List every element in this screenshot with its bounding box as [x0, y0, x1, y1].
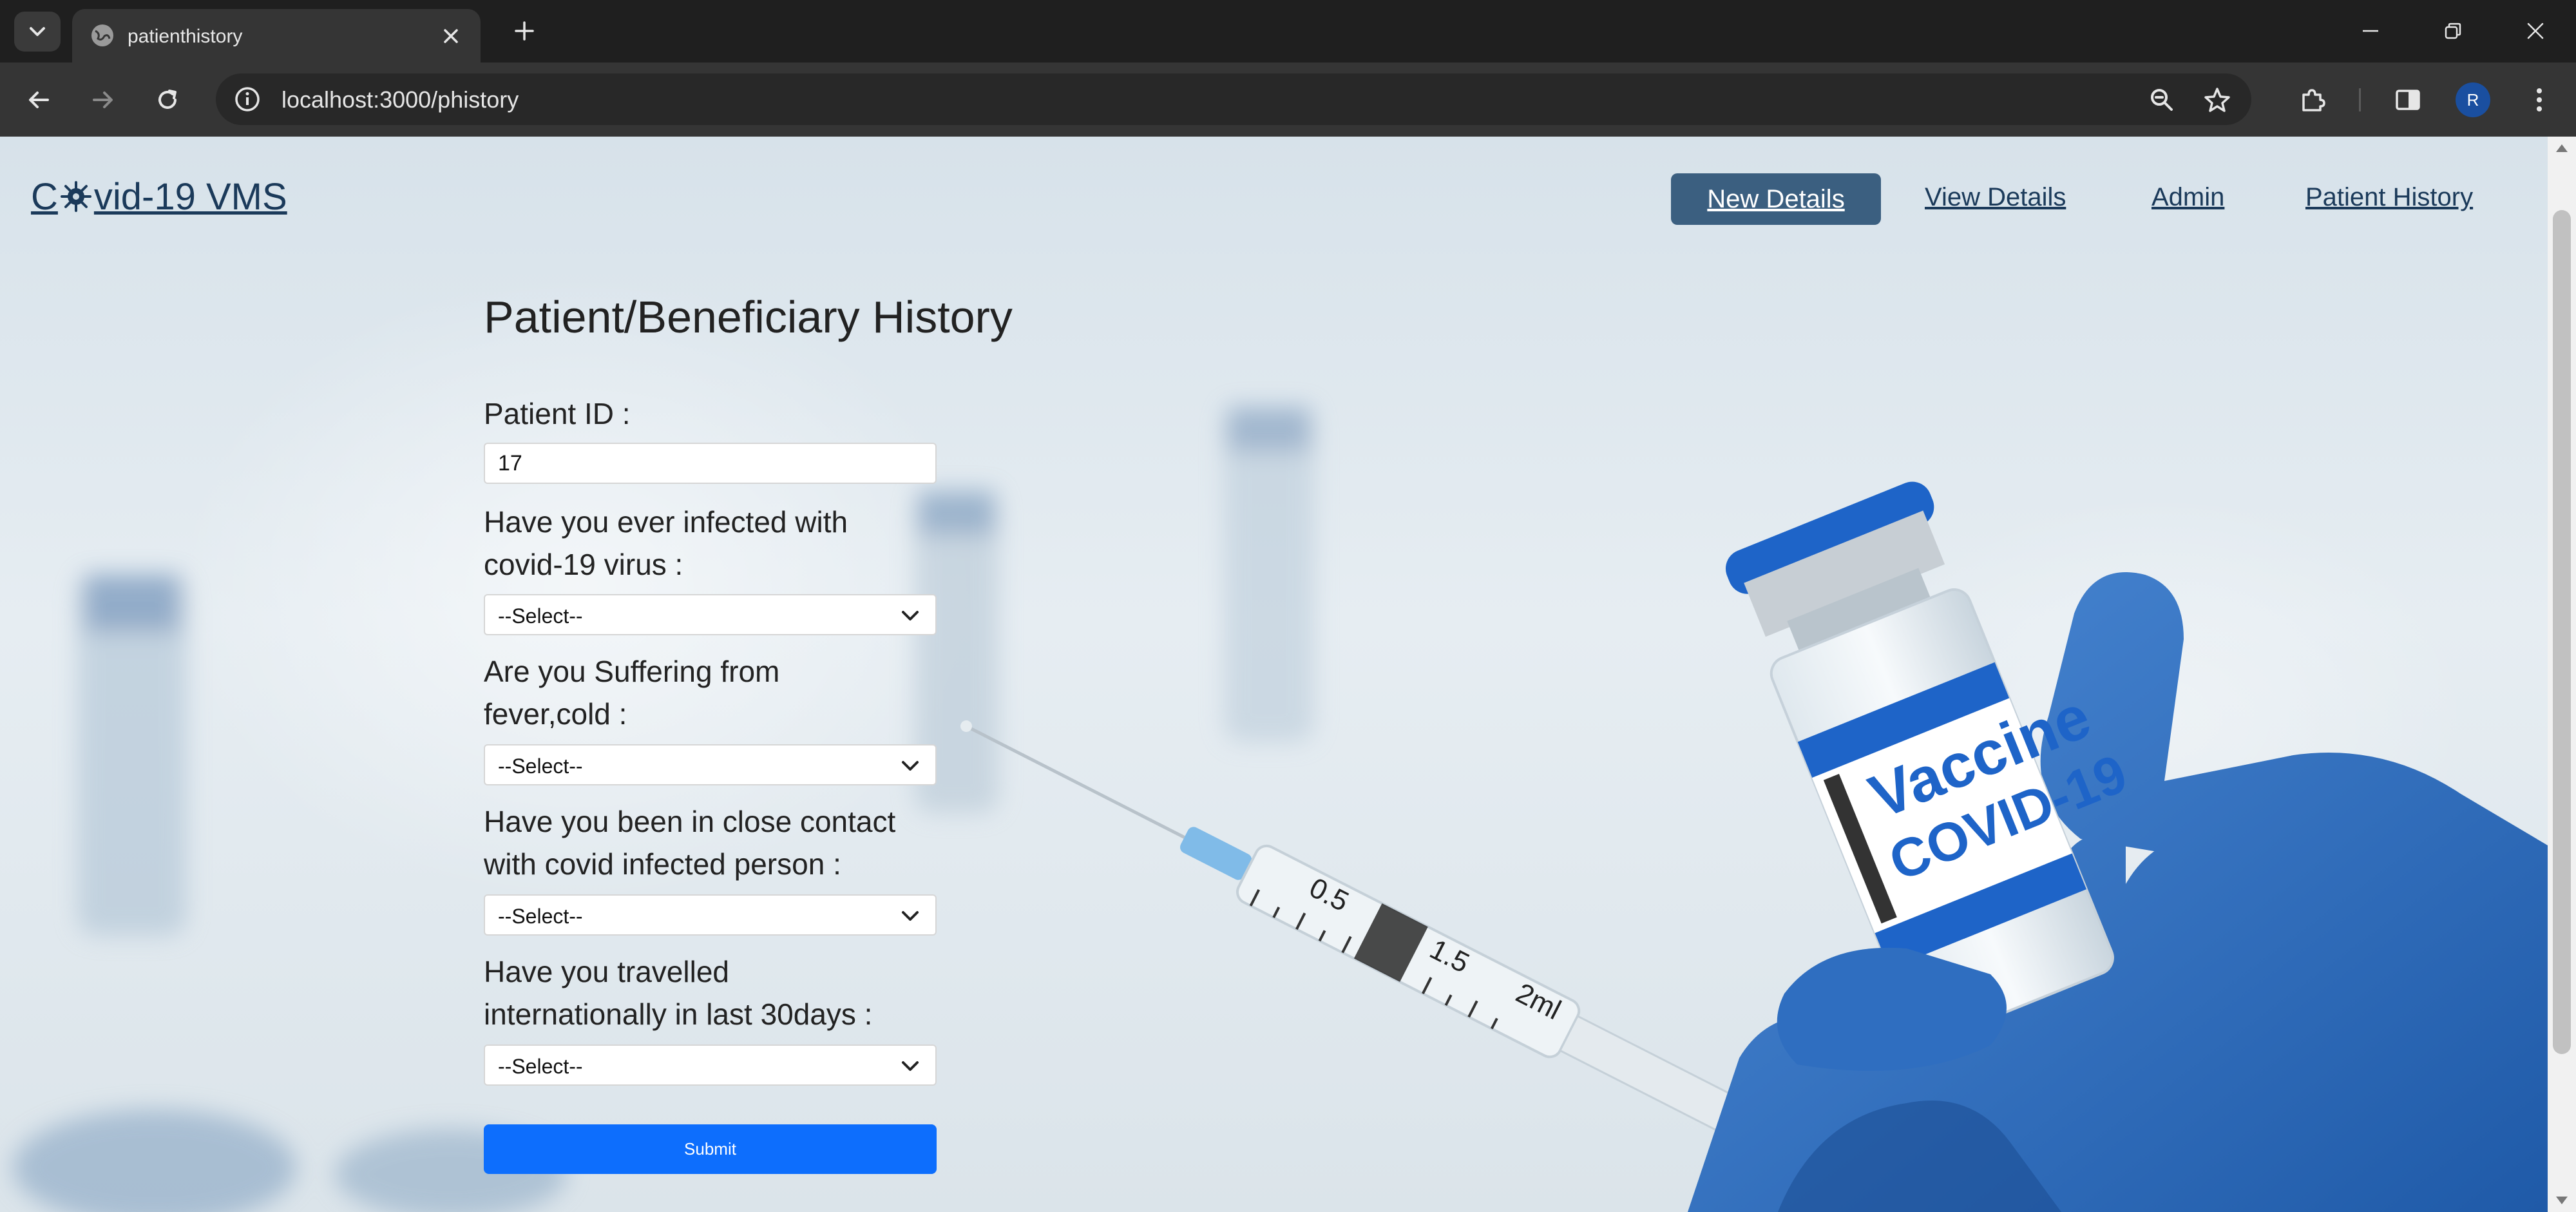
- brand-prefix: C: [31, 176, 58, 218]
- nav-admin[interactable]: Admin: [2151, 183, 2224, 212]
- nav-patient-history[interactable]: Patient History: [2305, 183, 2473, 212]
- close-icon: [2527, 23, 2544, 39]
- side-panel-button[interactable]: [2391, 83, 2425, 117]
- travel-select[interactable]: --Select--: [484, 1044, 937, 1086]
- nav-new-details[interactable]: New Details: [1671, 173, 1881, 225]
- question-fever-label: Are you Suffering from fever,cold :: [484, 650, 973, 735]
- patient-id-input[interactable]: 17: [484, 443, 937, 484]
- toolbar-divider: [2359, 88, 2361, 111]
- contact-select[interactable]: --Select--: [484, 894, 937, 936]
- vaccine-background-image: 0.5 1.5 2ml Vaccine COVID-19: [13, 407, 2548, 1212]
- scroll-up-arrow-icon[interactable]: [2556, 144, 2568, 152]
- question-travel-line-1: Have you travelled: [484, 955, 729, 988]
- scrollbar-thumb[interactable]: [2553, 210, 2571, 1054]
- extensions-button[interactable]: [2296, 83, 2329, 117]
- browser-menu-button[interactable]: [2523, 83, 2556, 117]
- globe-icon: [91, 24, 113, 46]
- nav-view-details[interactable]: View Details: [1925, 183, 2066, 212]
- question-travel-label: Have you travelled internationally in la…: [484, 950, 973, 1035]
- patient-id-label: Patient ID :: [484, 397, 631, 430]
- tab-search-button[interactable]: [14, 12, 61, 52]
- page-title: Patient/Beneficiary History: [484, 292, 1013, 342]
- chevron-down-icon: [902, 761, 919, 771]
- reload-icon: [158, 90, 177, 109]
- puzzle-icon: [2302, 89, 2325, 111]
- address-bar[interactable]: localhost:3000/phistory: [216, 73, 2251, 125]
- minimize-button[interactable]: [2356, 17, 2385, 45]
- back-arrow-icon: [29, 91, 49, 108]
- profile-avatar[interactable]: R: [2456, 82, 2490, 117]
- question-fever-line-1: Are you Suffering from: [484, 655, 780, 688]
- browser-tab-bar: patienthistory: [0, 0, 2576, 63]
- url-text: localhost:3000/phistory: [281, 86, 519, 113]
- url-host: localhost: [281, 86, 374, 113]
- submit-button[interactable]: Submit: [484, 1124, 937, 1174]
- info-icon[interactable]: [233, 84, 262, 114]
- chevron-down-icon: [30, 27, 45, 36]
- zoom-icon: [2151, 89, 2173, 111]
- virus-icon: [60, 181, 91, 212]
- tab-close-button[interactable]: [438, 23, 464, 49]
- question-fever-line-2: fever,cold :: [484, 697, 627, 731]
- zoom-button[interactable]: [2147, 85, 2177, 115]
- question-infected-label: Have you ever infected with covid-19 vir…: [484, 501, 973, 586]
- question-contact-line-1: Have you been in close contact: [484, 805, 896, 838]
- fever-select-value: --Select--: [498, 755, 583, 778]
- forward-button[interactable]: [86, 83, 120, 117]
- scroll-down-arrow-icon[interactable]: [2556, 1197, 2568, 1204]
- close-icon: [444, 29, 458, 43]
- new-tab-button[interactable]: [510, 17, 539, 45]
- minimize-icon: [2363, 30, 2378, 32]
- tab-title: patienthistory: [128, 26, 243, 47]
- browser-toolbar: localhost:3000/phistory R: [0, 63, 2576, 137]
- plus-icon: [515, 21, 534, 41]
- brand-suffix: vid-19 VMS: [93, 176, 287, 218]
- contact-select-value: --Select--: [498, 905, 583, 928]
- browser-tab[interactable]: patienthistory: [72, 9, 481, 63]
- question-contact-label: Have you been in close contact with covi…: [484, 800, 973, 885]
- infected-select[interactable]: --Select--: [484, 594, 937, 635]
- side-panel-icon: [2396, 90, 2420, 110]
- window-close-button[interactable]: [2521, 17, 2550, 45]
- chevron-down-icon: [902, 911, 919, 921]
- restore-icon: [2445, 23, 2461, 39]
- back-button[interactable]: [22, 83, 55, 117]
- reload-button[interactable]: [151, 83, 184, 117]
- chevron-down-icon: [902, 1061, 919, 1071]
- restore-button[interactable]: [2439, 17, 2467, 45]
- star-icon: [2204, 88, 2230, 112]
- page-viewport: 0.5 1.5 2ml Vaccine COVID-19 Cvid-19 VMS: [0, 137, 2548, 1212]
- fever-select[interactable]: --Select--: [484, 744, 937, 785]
- chevron-down-icon: [902, 611, 919, 620]
- question-travel-line-2: internationally in last 30days :: [484, 997, 873, 1031]
- travel-select-value: --Select--: [498, 1055, 583, 1078]
- question-contact-line-2: with covid infected person :: [484, 847, 841, 881]
- bookmark-button[interactable]: [2202, 85, 2232, 115]
- question-infected-line-1: Have you ever infected with: [484, 505, 848, 539]
- site-logo[interactable]: Cvid-19 VMS: [31, 175, 287, 218]
- kebab-menu-icon: [2537, 88, 2542, 111]
- question-infected-line-2: covid-19 virus :: [484, 548, 683, 581]
- url-path: :3000/phistory: [373, 86, 519, 113]
- forward-arrow-icon: [93, 91, 113, 108]
- infected-select-value: --Select--: [498, 604, 583, 628]
- page-scrollbar[interactable]: [2548, 137, 2576, 1212]
